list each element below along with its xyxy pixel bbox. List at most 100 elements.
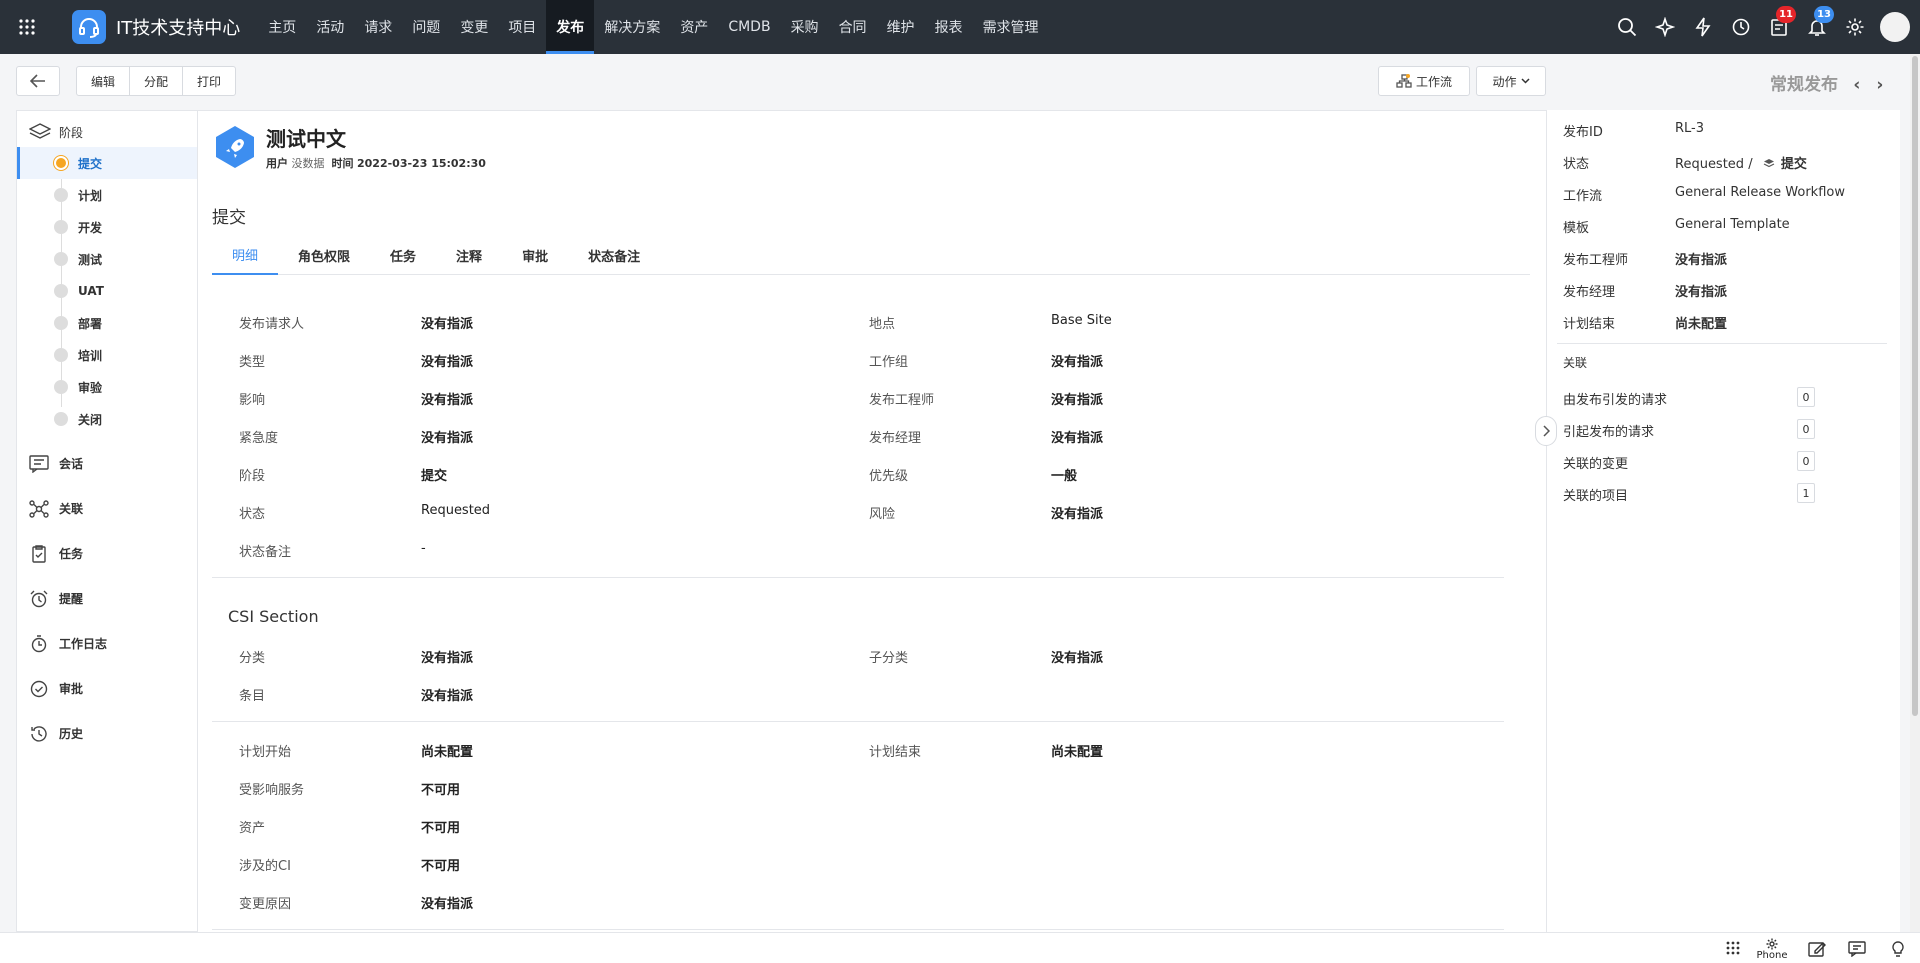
field-value[interactable]: Requested (421, 503, 490, 518)
history-icon (31, 725, 47, 742)
bell-icon[interactable]: 13 (1798, 0, 1836, 54)
phase-item-plan[interactable]: 计划 (17, 179, 197, 211)
field-value[interactable]: 没有指派 (1051, 389, 1103, 408)
field-value[interactable]: 没有指派 (421, 685, 473, 704)
edit-note-icon[interactable] (1806, 938, 1828, 960)
sidelink-reminders[interactable]: 提醒 (17, 576, 197, 621)
field-value[interactable]: - (421, 541, 426, 556)
nav-cmdb[interactable]: CMDB (718, 0, 780, 54)
time-value: 2022-03-23 15:02:30 (357, 157, 486, 170)
field-value[interactable]: Base Site (1051, 313, 1112, 328)
phases-header: 阶段 (17, 117, 197, 147)
phase-label: UAT (78, 284, 104, 298)
relation-causing-requests[interactable]: 引起发布的请求 0 (1563, 419, 1893, 443)
field-value[interactable]: 没有指派 (421, 893, 473, 912)
nav-activities[interactable]: 活动 (306, 0, 354, 54)
nav-requests[interactable]: 请求 (354, 0, 402, 54)
field-value[interactable]: 一般 (1051, 465, 1077, 484)
app-title[interactable]: IT技术支持中心 (116, 14, 240, 40)
phase-item-review[interactable]: 审验 (17, 371, 197, 403)
app-grid-icon[interactable] (0, 0, 54, 54)
phase-item-uat[interactable]: UAT (17, 275, 197, 307)
workflow-button[interactable]: 工作流 (1378, 66, 1470, 96)
nav-assets[interactable]: 资产 (670, 0, 718, 54)
gear-icon[interactable] (1836, 0, 1874, 54)
nav-solutions[interactable]: 解决方案 (594, 0, 670, 54)
sidelink-approvals[interactable]: 审批 (17, 666, 197, 711)
field-value[interactable]: 没有指派 (1051, 427, 1103, 446)
chevron-left-icon[interactable]: ‹ (1844, 75, 1870, 95)
nav-contracts[interactable]: 合同 (829, 0, 877, 54)
relation-label: 由发布引发的请求 (1563, 393, 1668, 408)
field-value[interactable]: 提交 (421, 465, 447, 484)
nav-reports[interactable]: 报表 (925, 0, 973, 54)
field-value[interactable]: 没有指派 (421, 389, 473, 408)
lightning-icon[interactable] (1684, 0, 1722, 54)
field-value[interactable]: 尚未配置 (1051, 741, 1103, 760)
summary-value[interactable]: 没有指派 (1675, 249, 1727, 268)
field-value[interactable]: 没有指派 (1051, 647, 1103, 666)
phase-item-training[interactable]: 培训 (17, 339, 197, 371)
field-value[interactable]: 没有指派 (421, 647, 473, 666)
chevron-right-icon[interactable]: › (1870, 75, 1890, 95)
nav-changes[interactable]: 变更 (450, 0, 498, 54)
relations-title: 关联 (1563, 354, 1893, 376)
phone-button[interactable]: Phone (1752, 935, 1792, 963)
phase-item-submit[interactable]: 提交 (17, 147, 197, 179)
summary-value[interactable]: 尚未配置 (1675, 313, 1727, 332)
tab-details[interactable]: 明细 (212, 235, 279, 275)
chat-icon[interactable] (1846, 938, 1868, 960)
nav-releases[interactable]: 发布 (546, 0, 595, 54)
scrollbar-thumb[interactable] (1912, 56, 1918, 716)
nav-problems[interactable]: 问题 (402, 0, 450, 54)
relation-linked-projects[interactable]: 关联的项目 1 (1563, 483, 1893, 507)
nav-projects[interactable]: 项目 (498, 0, 546, 54)
sidelink-conversations[interactable]: 会话 (17, 441, 197, 486)
sidelink-label: 关联 (59, 502, 84, 516)
print-button[interactable]: 打印 (183, 67, 235, 95)
relation-linked-changes[interactable]: 关联的变更 0 (1563, 451, 1893, 475)
summary-value[interactable]: 没有指派 (1675, 281, 1727, 300)
nav-home[interactable]: 主页 (258, 0, 306, 54)
field-value[interactable]: 没有指派 (421, 351, 473, 370)
tab-tasks[interactable]: 任务 (370, 235, 436, 275)
sidelink-history[interactable]: 历史 (17, 711, 197, 756)
phase-item-close[interactable]: 关闭 (17, 403, 197, 435)
nav-purchase[interactable]: 采购 (781, 0, 829, 54)
user-avatar[interactable] (1880, 12, 1910, 42)
phase-item-deploy[interactable]: 部署 (17, 307, 197, 339)
back-button[interactable] (16, 66, 60, 96)
relation-triggered-requests[interactable]: 由发布引发的请求 0 (1563, 387, 1893, 411)
summary-value[interactable]: General Release Workflow (1675, 185, 1845, 200)
record-details: 测试中文 用户 没数据 时间 2022-03-23 15:02:30 提交 明细… (198, 110, 1546, 932)
sidelink-tasks[interactable]: 任务 (17, 531, 197, 576)
search-icon[interactable] (1608, 0, 1646, 54)
field-value[interactable]: 没有指派 (1051, 351, 1103, 370)
tab-role-permissions[interactable]: 角色权限 (278, 235, 370, 275)
page-scrollbar[interactable] (1910, 54, 1920, 932)
edit-button[interactable]: 编辑 (77, 67, 131, 95)
field-value[interactable]: 尚未配置 (421, 741, 473, 760)
tab-status-notes[interactable]: 状态备注 (568, 235, 660, 275)
tab-approvals[interactable]: 审批 (502, 235, 568, 275)
field-value[interactable]: 没有指派 (421, 313, 473, 332)
sparkle-icon[interactable] (1646, 0, 1684, 54)
checklist-icon[interactable]: 11 (1760, 0, 1798, 54)
assign-button[interactable]: 分配 (130, 67, 184, 95)
sidelink-relations[interactable]: 关联 (17, 486, 197, 531)
actions-dropdown[interactable]: 动作 (1476, 66, 1546, 96)
summary-label: 工作流 (1563, 189, 1603, 204)
phase-item-develop[interactable]: 开发 (17, 211, 197, 243)
dialpad-icon[interactable] (1722, 938, 1744, 960)
panel-collapse-toggle[interactable] (1535, 416, 1557, 446)
lightbulb-icon[interactable] (1887, 938, 1909, 960)
nav-demand[interactable]: 需求管理 (973, 0, 1049, 54)
field-value: 不可用 (421, 859, 461, 874)
field-value[interactable]: 没有指派 (1051, 503, 1103, 522)
nav-maintenance[interactable]: 维护 (877, 0, 925, 54)
tab-notes[interactable]: 注释 (436, 235, 502, 275)
phase-item-test[interactable]: 测试 (17, 243, 197, 275)
history-icon[interactable] (1722, 0, 1760, 54)
field-value[interactable]: 没有指派 (421, 427, 473, 446)
sidelink-worklog[interactable]: 工作日志 (17, 621, 197, 666)
